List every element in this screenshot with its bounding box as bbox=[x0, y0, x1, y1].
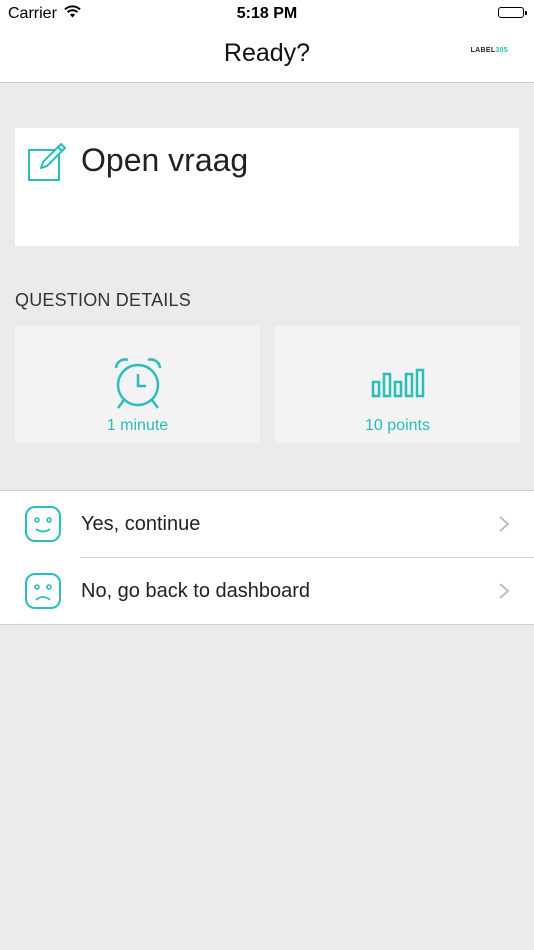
navigation-bar: Ready? LABEL305 bbox=[0, 28, 534, 83]
alarm-clock-icon bbox=[15, 356, 260, 417]
status-bar: Carrier 5:18 PM bbox=[0, 0, 534, 28]
chevron-right-icon bbox=[498, 582, 510, 600]
back-to-dashboard-button[interactable]: No, go back to dashboard bbox=[0, 558, 534, 624]
question-title: Open vraag bbox=[81, 142, 249, 178]
continue-label: Yes, continue bbox=[81, 513, 201, 535]
continue-button[interactable]: Yes, continue bbox=[0, 491, 534, 558]
question-card: Open vraag bbox=[15, 128, 519, 246]
bar-chart-icon bbox=[275, 356, 520, 417]
question-details-header: QUESTION DETAILS bbox=[15, 290, 191, 310]
logo-text: LABEL bbox=[470, 47, 496, 54]
sad-face-icon bbox=[24, 572, 62, 610]
clock-time: 5:18 PM bbox=[236, 5, 298, 22]
battery-icon bbox=[498, 7, 527, 18]
back-to-dashboard-label: No, go back to dashboard bbox=[81, 580, 311, 602]
action-list: Yes, continue No, go back to dashboard bbox=[0, 490, 534, 625]
happy-face-icon bbox=[24, 505, 62, 543]
brand-logo: LABEL305 bbox=[471, 47, 508, 54]
logo-accent: 305 bbox=[495, 47, 508, 54]
page-title: Ready? bbox=[223, 39, 311, 67]
chevron-right-icon bbox=[498, 515, 510, 533]
edit-icon bbox=[27, 142, 67, 182]
points-label: 10 points bbox=[365, 417, 430, 434]
time-limit-tile: 1 minute bbox=[15, 326, 260, 443]
time-limit-label: 1 minute bbox=[106, 417, 169, 434]
points-tile: 10 points bbox=[275, 326, 520, 443]
